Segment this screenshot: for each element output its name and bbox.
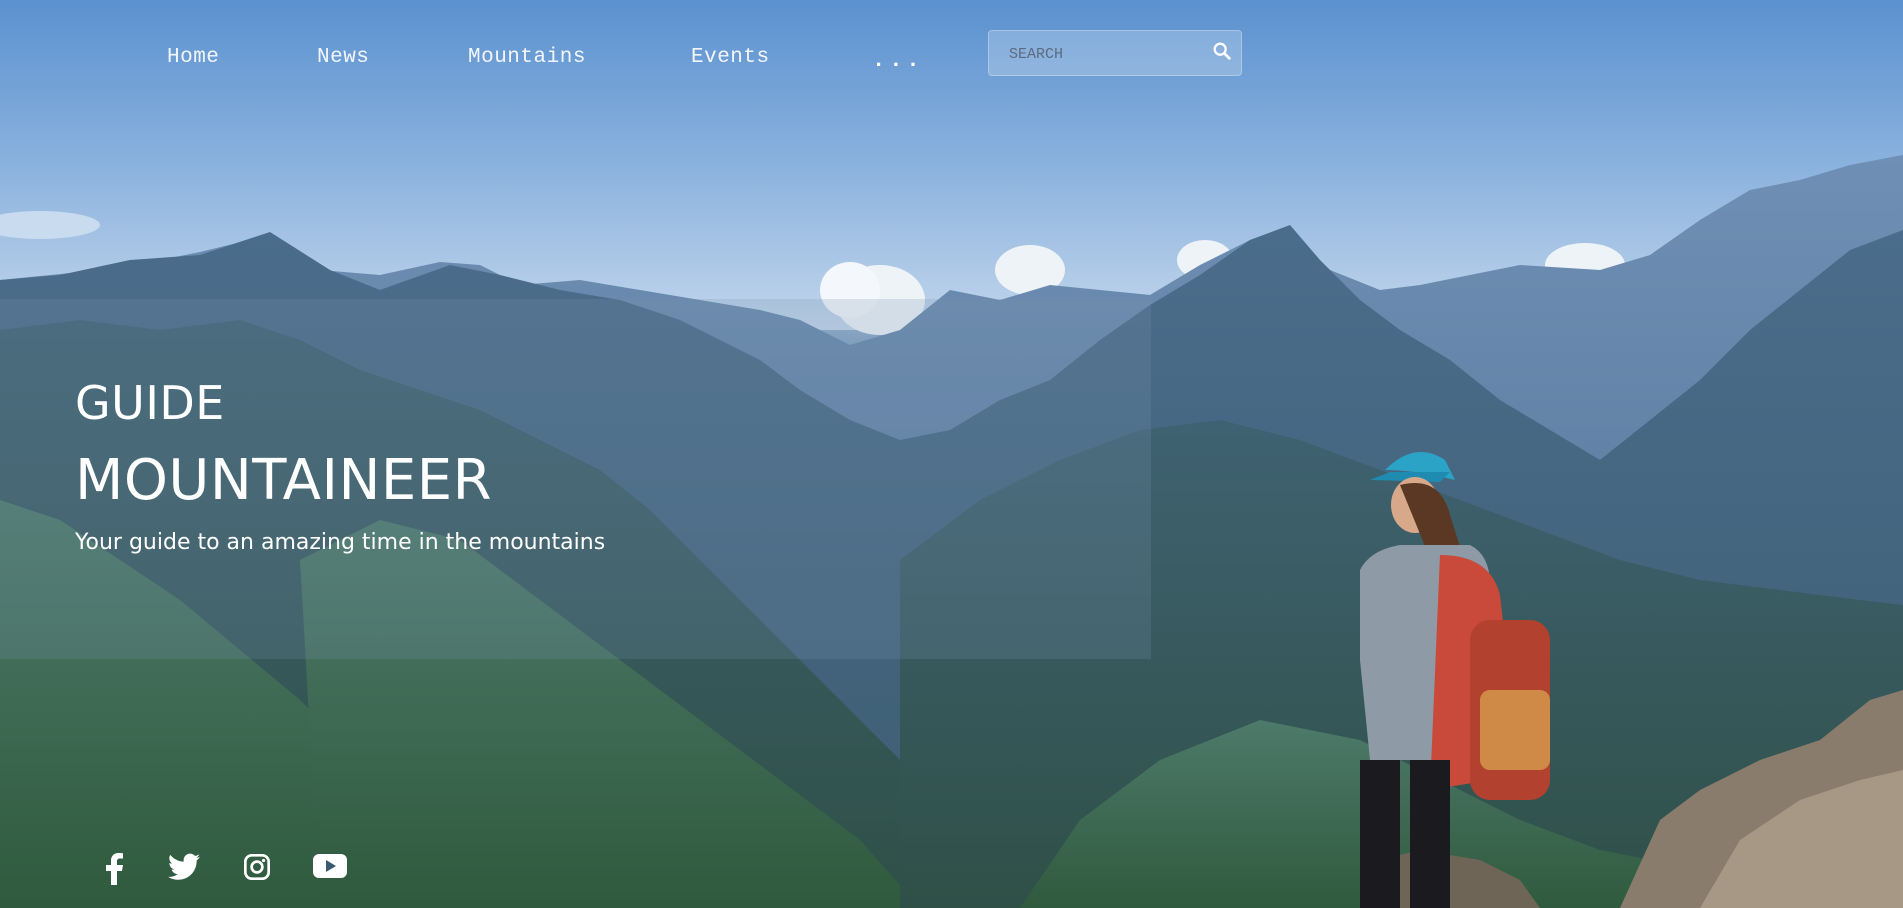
nav-home-link[interactable]: Home [167, 46, 219, 69]
instagram-icon[interactable] [243, 853, 271, 885]
youtube-icon[interactable] [313, 853, 347, 885]
nav-events-link[interactable]: Events [691, 46, 770, 69]
search-icon[interactable] [1211, 40, 1233, 62]
more-menu-button[interactable]: ... [872, 48, 924, 73]
hero-section: Home News Mountains Events ... GUIDE MOU… [0, 0, 1903, 908]
search-input[interactable] [1007, 31, 1201, 77]
top-navigation: Home News Mountains Events ... [0, 38, 1903, 78]
hero-subtitle: Your guide to an amazing time in the mou… [75, 530, 606, 555]
facebook-icon[interactable] [104, 853, 124, 885]
nav-mountains-link[interactable]: Mountains [468, 46, 586, 69]
search-box [988, 30, 1242, 77]
twitter-icon[interactable] [168, 853, 200, 885]
hero-title-small: GUIDE [75, 376, 225, 430]
nav-news-link[interactable]: News [317, 46, 369, 69]
hero-title-main: MOUNTAINEER [75, 448, 493, 513]
